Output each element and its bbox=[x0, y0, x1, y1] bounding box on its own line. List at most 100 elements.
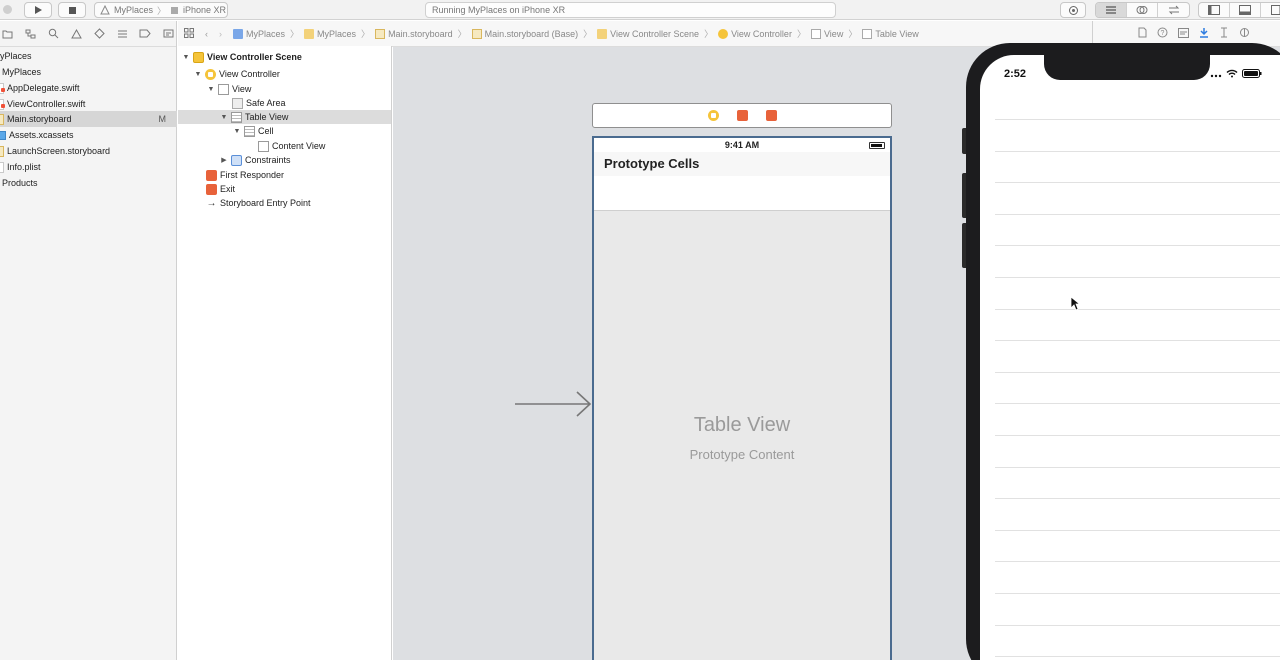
help-inspector-icon[interactable]: ? bbox=[1157, 27, 1168, 40]
outline-item-view[interactable]: ▼ View bbox=[178, 82, 391, 96]
crumb-view[interactable]: View bbox=[810, 28, 843, 39]
disclosure-open-icon[interactable]: ▼ bbox=[194, 71, 202, 78]
exit-icon bbox=[206, 183, 217, 195]
outline-item-first-responder[interactable]: First Responder bbox=[178, 168, 391, 182]
view-controller-icon bbox=[718, 28, 729, 39]
nav-label-products: Products bbox=[2, 178, 38, 188]
table-row-separator bbox=[995, 245, 1280, 247]
connections-inspector-icon[interactable] bbox=[1239, 27, 1250, 40]
nav-item-assets[interactable]: Assets.xcassets bbox=[0, 127, 177, 143]
disclosure-open-icon[interactable]: ▼ bbox=[233, 128, 241, 135]
svg-text:?: ? bbox=[1161, 30, 1165, 37]
assistant-editor-button[interactable] bbox=[1127, 3, 1158, 17]
scene-icon bbox=[193, 51, 204, 63]
inspector-toggle-button[interactable] bbox=[1261, 3, 1280, 17]
navigator-tabs bbox=[0, 21, 176, 47]
outline-item-table-view[interactable]: ▼ Table View bbox=[178, 110, 391, 124]
size-inspector-icon[interactable] bbox=[1219, 27, 1229, 40]
nav-label-main-storyboard: Main.storyboard bbox=[7, 114, 72, 124]
exit-icon[interactable] bbox=[765, 110, 777, 121]
disclosure-open-icon[interactable]: ▼ bbox=[220, 114, 228, 121]
attributes-inspector-icon[interactable] bbox=[1199, 27, 1209, 40]
project-icon bbox=[233, 28, 243, 39]
disclosure-open-icon[interactable]: ▼ bbox=[182, 54, 190, 61]
outline-item-safe-area[interactable]: Safe Area bbox=[178, 96, 391, 110]
mute-switch bbox=[962, 128, 966, 154]
file-inspector-icon[interactable] bbox=[1138, 27, 1147, 40]
outline-item-view-controller[interactable]: ▼ View Controller bbox=[178, 67, 391, 81]
outline-item-entry-point[interactable]: → Storyboard Entry Point bbox=[178, 196, 391, 210]
scheme-selector[interactable]: MyPlaces 〉 iPhone XR bbox=[94, 2, 228, 18]
table-row-separator bbox=[995, 529, 1280, 531]
jump-bar: ‹ › MyPlaces 〉 MyPlaces 〉 Main.storyboar… bbox=[178, 21, 1092, 47]
table-row-separator bbox=[995, 150, 1280, 152]
nav-item-main-storyboard[interactable]: Main.storyboard M bbox=[0, 111, 177, 127]
nav-item-infoplist[interactable]: Info.plist bbox=[0, 159, 177, 175]
folder-icon bbox=[304, 28, 315, 39]
table-row-separator bbox=[995, 656, 1280, 658]
crumb-project[interactable]: MyPlaces bbox=[233, 28, 285, 39]
outline-item-content-view[interactable]: Content View bbox=[178, 139, 391, 153]
storyboard-icon bbox=[375, 28, 386, 39]
nav-label-launchscreen: LaunchScreen.storyboard bbox=[7, 146, 111, 156]
nav-item-myplaces-folder[interactable]: MyPlaces bbox=[0, 64, 177, 80]
version-editor-button[interactable] bbox=[1158, 3, 1189, 17]
first-responder-icon bbox=[206, 169, 217, 181]
volume-up-button[interactable] bbox=[962, 173, 966, 218]
test-tab-icon[interactable] bbox=[92, 27, 106, 41]
simulator-screen[interactable]: 2:52 bbox=[980, 55, 1280, 660]
outline-item-exit[interactable]: Exit bbox=[178, 182, 391, 196]
outline-item-cell[interactable]: ▼ Cell bbox=[178, 124, 391, 138]
folder-tab-icon[interactable] bbox=[0, 27, 14, 41]
forward-arrow-icon[interactable]: › bbox=[219, 29, 222, 39]
nav-item-viewcontroller[interactable]: ViewController.swift bbox=[0, 96, 177, 112]
entry-arrow-icon[interactable] bbox=[513, 389, 593, 419]
crumb-scene[interactable]: View Controller Scene bbox=[597, 28, 699, 39]
scene-dock[interactable] bbox=[592, 103, 892, 128]
standard-editor-button[interactable] bbox=[1096, 3, 1127, 17]
crumb-view-controller[interactable]: View Controller bbox=[718, 28, 792, 39]
right-panel-icon bbox=[1270, 5, 1280, 15]
view-controller-frame[interactable]: 9:41 AM Prototype Cells Table View Proto… bbox=[592, 136, 892, 660]
table-row-separator bbox=[995, 435, 1280, 436]
library-button[interactable] bbox=[1060, 2, 1086, 18]
back-arrow-icon[interactable]: ‹ bbox=[205, 29, 208, 39]
debug-toggle-button[interactable] bbox=[1230, 3, 1261, 17]
run-button[interactable] bbox=[24, 2, 52, 18]
grid-icon[interactable] bbox=[184, 27, 194, 40]
crumb-folder[interactable]: MyPlaces bbox=[304, 28, 356, 39]
warning-tab-icon[interactable] bbox=[69, 27, 83, 41]
identity-inspector-icon[interactable] bbox=[1178, 27, 1189, 40]
view-controller-icon[interactable] bbox=[707, 110, 719, 121]
volume-down-button[interactable] bbox=[962, 223, 966, 268]
crumb-table-view[interactable]: Table View bbox=[862, 28, 919, 39]
nav-label-folder: MyPlaces bbox=[2, 67, 42, 77]
crumb-storyboard-base[interactable]: Main.storyboard (Base) bbox=[471, 28, 578, 39]
navigator-toggle-button[interactable] bbox=[1199, 3, 1230, 17]
nav-item-launchscreen[interactable]: LaunchScreen.storyboard bbox=[0, 143, 177, 159]
nav-item-appdelegate[interactable]: AppDelegate.swift bbox=[0, 80, 177, 96]
disclosure-closed-icon[interactable]: ▶ bbox=[220, 156, 228, 164]
outline-item-scene[interactable]: ▼ View Controller Scene bbox=[178, 50, 391, 64]
breakpoint-tab-icon[interactable] bbox=[138, 27, 152, 41]
constraints-icon bbox=[231, 154, 242, 166]
outline-item-constraints[interactable]: ▶ Constraints bbox=[178, 153, 391, 167]
swift-file-icon bbox=[0, 98, 5, 110]
nav-item-products[interactable]: Products bbox=[0, 175, 177, 191]
scheme-device: iPhone XR bbox=[183, 5, 227, 15]
window-close-dot[interactable] bbox=[3, 5, 12, 14]
stop-button[interactable] bbox=[58, 2, 86, 18]
symbol-tab-icon[interactable] bbox=[23, 27, 37, 41]
debug-tab-icon[interactable] bbox=[115, 27, 129, 41]
nav-label-project: yPlaces bbox=[0, 51, 32, 61]
bottom-panel-icon bbox=[1239, 5, 1251, 15]
disclosure-open-icon[interactable]: ▼ bbox=[207, 86, 215, 93]
crumb-storyboard[interactable]: Main.storyboard bbox=[375, 28, 453, 39]
report-tab-icon[interactable] bbox=[161, 27, 175, 41]
prototype-cell[interactable] bbox=[594, 176, 890, 211]
nav-label-appdelegate: AppDelegate.swift bbox=[7, 83, 80, 93]
nav-item-project[interactable]: yPlaces bbox=[0, 48, 177, 64]
simulator-status-icons bbox=[1210, 69, 1262, 78]
first-responder-icon[interactable] bbox=[736, 110, 748, 121]
search-tab-icon[interactable] bbox=[46, 27, 60, 41]
